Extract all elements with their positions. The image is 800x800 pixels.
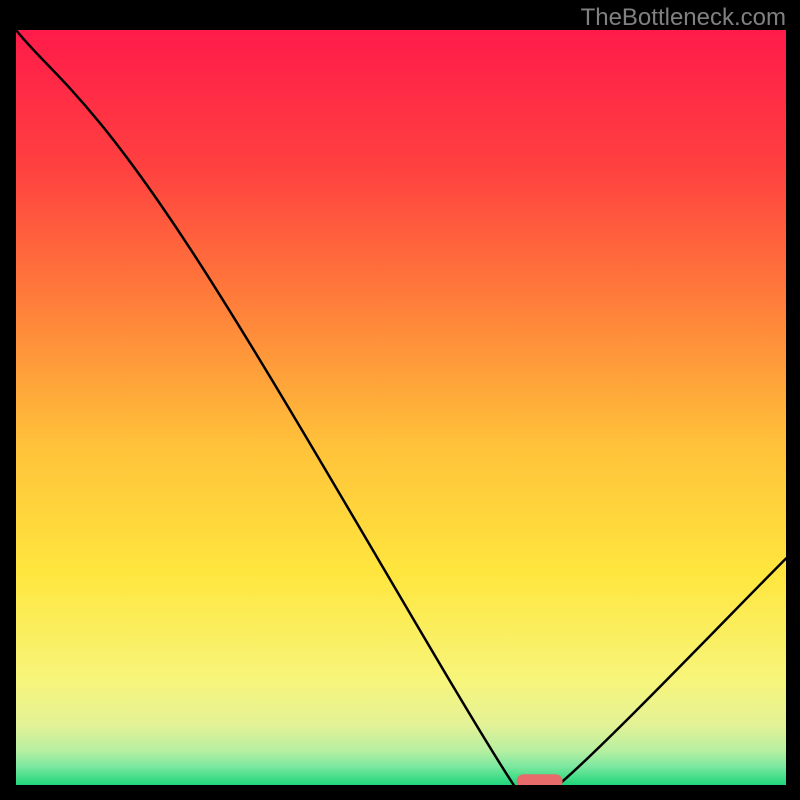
chart-background bbox=[16, 30, 786, 785]
chart-svg bbox=[16, 30, 786, 785]
chart-marker bbox=[517, 774, 563, 785]
plot-area bbox=[16, 30, 786, 785]
watermark-text: TheBottleneck.com bbox=[581, 4, 786, 32]
